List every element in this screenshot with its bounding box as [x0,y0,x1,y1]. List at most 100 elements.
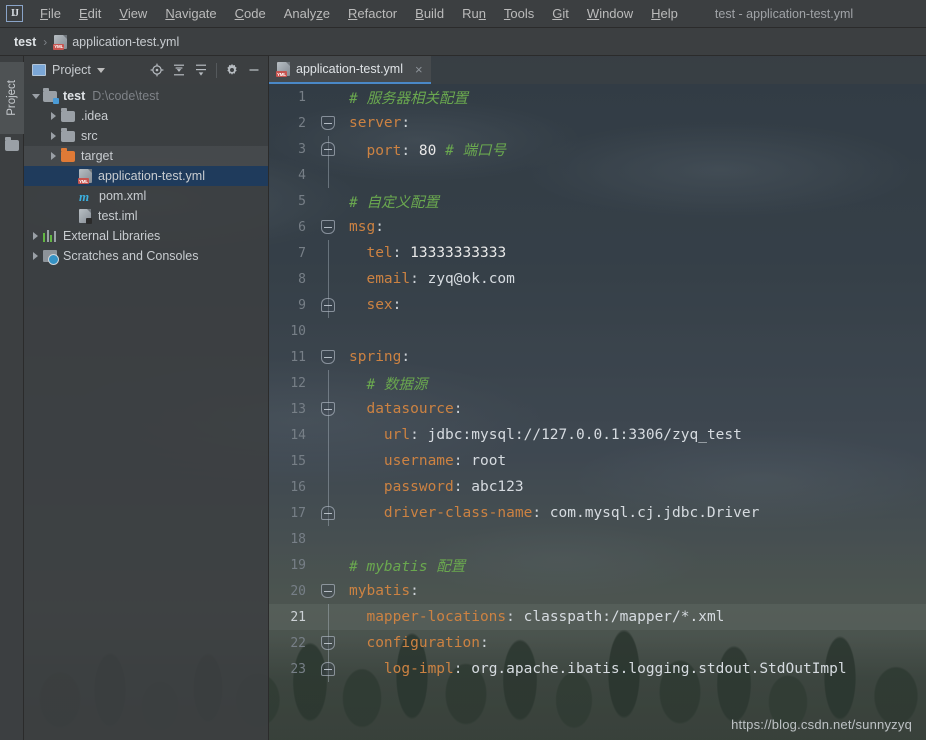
gutter-fold-region[interactable] [317,370,341,396]
chevron-right-icon[interactable] [48,131,59,142]
gutter-fold-region[interactable] [317,474,341,500]
code-line[interactable]: 5# 自定义配置 [269,188,926,214]
gutter-fold-region[interactable] [317,500,341,526]
menu-item-refactor[interactable]: Refactor [339,3,406,24]
gutter-fold-region[interactable] [317,188,341,214]
code-line[interactable]: 1# 服务器相关配置 [269,84,926,110]
gutter-fold-region[interactable] [317,292,341,318]
gutter-fold-region[interactable] [317,344,341,370]
collapse-all-icon[interactable] [191,60,211,80]
gutter-fold-region[interactable] [317,214,341,240]
code-line[interactable]: 18 [269,526,926,552]
code-line[interactable]: 9 sex: [269,292,926,318]
menu-item-tools[interactable]: Tools [495,3,543,24]
chevron-right-icon[interactable] [30,251,41,262]
menu-item-file[interactable]: File [31,3,70,24]
breadcrumb-item-project[interactable]: test [10,33,40,51]
chevron-right-icon[interactable] [30,231,41,242]
chevron-down-icon[interactable] [30,91,41,102]
code-line[interactable]: 4 [269,162,926,188]
tree-item-src[interactable]: src [24,126,268,146]
chevron-right-icon[interactable] [48,111,59,122]
menu-item-build[interactable]: Build [406,3,453,24]
gutter-fold-region[interactable] [317,136,341,162]
fold-end-icon[interactable] [321,142,335,156]
locate-icon[interactable] [147,60,167,80]
menu-item-run[interactable]: Run [453,3,495,24]
chevron-right-icon[interactable] [48,151,59,162]
code-line[interactable]: 16 password: abc123 [269,474,926,500]
minimize-icon[interactable] [244,60,264,80]
code-line[interactable]: 17 driver-class-name: com.mysql.cj.jdbc.… [269,500,926,526]
code-line[interactable]: 7 tel: 13333333333 [269,240,926,266]
code-line[interactable]: 23 log-impl: org.apache.ibatis.logging.s… [269,656,926,682]
menu-item-edit[interactable]: Edit [70,3,110,24]
gutter-fold-region[interactable] [317,656,341,682]
menu-item-git[interactable]: Git [543,3,578,24]
fold-collapse-icon[interactable] [321,636,335,650]
fold-collapse-icon[interactable] [321,220,335,234]
gutter-fold-region[interactable] [317,110,341,136]
fold-collapse-icon[interactable] [321,584,335,598]
code-line[interactable]: 14 url: jdbc:mysql://127.0.0.1:3306/zyq_… [269,422,926,448]
gutter-fold-region[interactable] [317,84,341,110]
gutter-fold-region[interactable] [317,448,341,474]
gutter-fold-region[interactable] [317,162,341,188]
tree-item-idea[interactable]: .idea [24,106,268,126]
expand-all-icon[interactable] [169,60,189,80]
tree-item-test[interactable]: testD:\code\test [24,86,268,106]
fold-collapse-icon[interactable] [321,350,335,364]
menu-item-view[interactable]: View [110,3,156,24]
gutter-fold-region[interactable] [317,422,341,448]
code-line[interactable]: 22 configuration: [269,630,926,656]
code-line[interactable]: 11spring: [269,344,926,370]
menu-item-navigate[interactable]: Navigate [156,3,225,24]
gutter-fold-region[interactable] [317,604,341,630]
gutter-fold-region[interactable] [317,526,341,552]
menu-item-help[interactable]: Help [642,3,687,24]
folder-icon[interactable] [5,140,19,151]
tree-item-pom-xml[interactable]: mpom.xml [24,186,268,206]
tool-window-button-project[interactable]: Project [0,62,24,134]
code-line[interactable]: 3 port: 80 # 端口号 [269,136,926,162]
gutter-fold-region[interactable] [317,396,341,422]
gutter-fold-region[interactable] [317,630,341,656]
intellij-logo-icon[interactable]: IJ [6,5,23,22]
code-line[interactable]: 2server: [269,110,926,136]
fold-end-icon[interactable] [321,662,335,676]
close-icon[interactable]: × [415,63,423,76]
gear-icon[interactable] [222,60,242,80]
code-line[interactable]: 20mybatis: [269,578,926,604]
fold-end-icon[interactable] [321,298,335,312]
code-line[interactable]: 12 # 数据源 [269,370,926,396]
breadcrumb-item-file[interactable]: application-test.yml [50,33,183,51]
gutter-fold-region[interactable] [317,552,341,578]
code-editor[interactable]: 1# 服务器相关配置2server:3 port: 80 # 端口号45# 自定… [269,84,926,740]
gutter-fold-region[interactable] [317,266,341,292]
code-line[interactable]: 8 email: zyq@ok.com [269,266,926,292]
tree-item-application-test-yml[interactable]: application-test.yml [24,166,268,186]
gutter-fold-region[interactable] [317,240,341,266]
code-line[interactable]: 6msg: [269,214,926,240]
tree-item-scratches-and-consoles[interactable]: Scratches and Consoles [24,246,268,266]
tree-item-external-libraries[interactable]: External Libraries [24,226,268,246]
tree-item-label: pom.xml [99,189,146,203]
code-line[interactable]: 21 mapper-locations: classpath:/mapper/*… [269,604,926,630]
code-line[interactable]: 15 username: root [269,448,926,474]
project-tree[interactable]: testD:\code\test.ideasrctargetapplicatio… [24,84,268,740]
menu-item-code[interactable]: Code [226,3,275,24]
menu-item-analyze[interactable]: Analyze [275,3,339,24]
menu-item-window[interactable]: Window [578,3,642,24]
chevron-down-icon[interactable] [97,68,105,73]
fold-collapse-icon[interactable] [321,402,335,416]
code-line[interactable]: 19# mybatis 配置 [269,552,926,578]
code-line[interactable]: 13 datasource: [269,396,926,422]
fold-collapse-icon[interactable] [321,116,335,130]
tab-application-test-yml[interactable]: application-test.yml × [269,56,431,84]
tree-item-target[interactable]: target [24,146,268,166]
gutter-fold-region[interactable] [317,578,341,604]
fold-end-icon[interactable] [321,506,335,520]
tree-item-test-iml[interactable]: test.iml [24,206,268,226]
gutter-fold-region[interactable] [317,318,341,344]
code-line[interactable]: 10 [269,318,926,344]
